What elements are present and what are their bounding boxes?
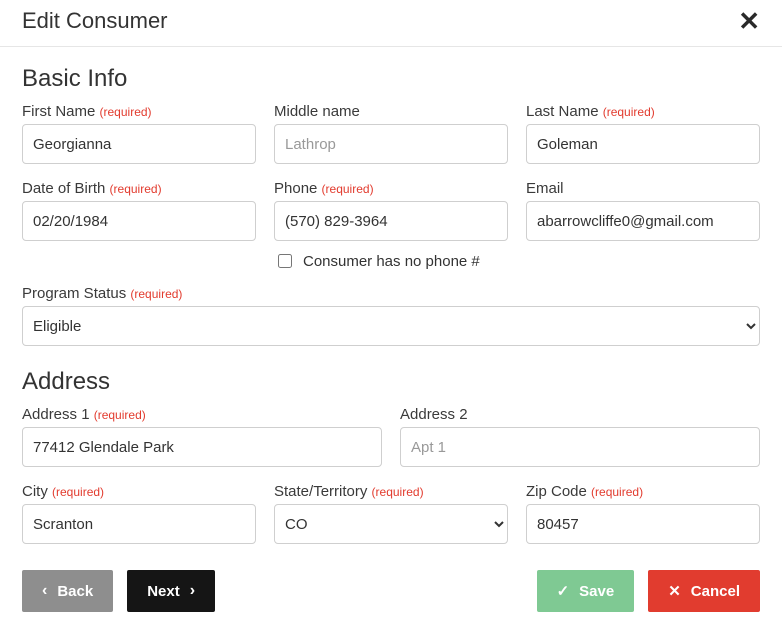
program-status-select[interactable]: Eligible — [22, 306, 760, 346]
last-name-required: (required) — [603, 105, 655, 119]
email-label: Email — [526, 180, 564, 197]
address1-label: Address 1 — [22, 406, 90, 423]
dob-label: Date of Birth — [22, 180, 105, 197]
first-name-input[interactable] — [22, 124, 256, 164]
field-city: City (required) — [22, 483, 256, 544]
save-button-label: Save — [579, 583, 614, 600]
first-name-label: First Name — [22, 103, 95, 120]
last-name-label: Last Name — [526, 103, 599, 120]
program-status-label: Program Status — [22, 285, 126, 302]
next-button[interactable]: Next › — [127, 570, 215, 612]
zip-required: (required) — [591, 485, 643, 499]
field-dob: Date of Birth (required) — [22, 180, 256, 241]
phone-required: (required) — [322, 182, 374, 196]
address1-input[interactable] — [22, 427, 382, 467]
field-zip: Zip Code (required) — [526, 483, 760, 544]
dob-required: (required) — [110, 182, 162, 196]
field-address2: Address 2 — [400, 406, 760, 467]
check-icon — [557, 582, 570, 600]
city-label: City — [22, 483, 48, 500]
next-button-label: Next — [147, 583, 180, 600]
state-select[interactable]: CO — [274, 504, 508, 544]
dialog-body: Basic Info First Name (required) Middle … — [0, 47, 782, 630]
field-first-name: First Name (required) — [22, 103, 256, 164]
cancel-button[interactable]: Cancel — [648, 570, 760, 612]
field-state: State/Territory (required) CO — [274, 483, 508, 544]
chevron-left-icon: ‹ — [42, 583, 47, 599]
program-status-required: (required) — [130, 287, 182, 301]
field-middle-name: Middle name — [274, 103, 508, 164]
middle-name-label: Middle name — [274, 103, 360, 120]
phone-input[interactable] — [274, 201, 508, 241]
dialog-footer: ‹ Back Next › Save Cancel — [22, 570, 760, 612]
address2-label: Address 2 — [400, 406, 468, 423]
close-icon[interactable]: ✕ — [738, 9, 760, 33]
field-program-status: Program Status (required) Eligible — [22, 285, 760, 346]
section-address: Address — [22, 368, 760, 396]
zip-input[interactable] — [526, 504, 760, 544]
dialog-header: Edit Consumer ✕ — [0, 0, 782, 47]
x-icon — [668, 582, 681, 600]
address2-input[interactable] — [400, 427, 760, 467]
state-required: (required) — [372, 485, 424, 499]
field-email: Email — [526, 180, 760, 241]
middle-name-input[interactable] — [274, 124, 508, 164]
phone-label: Phone — [274, 180, 317, 197]
state-label: State/Territory — [274, 483, 367, 500]
zip-label: Zip Code — [526, 483, 587, 500]
city-required: (required) — [52, 485, 104, 499]
field-last-name: Last Name (required) — [526, 103, 760, 164]
dialog-title: Edit Consumer — [22, 8, 168, 34]
city-input[interactable] — [22, 504, 256, 544]
section-basic-info: Basic Info — [22, 65, 760, 93]
no-phone-label: Consumer has no phone # — [303, 253, 480, 270]
back-button-label: Back — [57, 583, 93, 600]
field-phone: Phone (required) — [274, 180, 508, 241]
chevron-right-icon: › — [190, 583, 195, 599]
no-phone-row: Consumer has no phone # — [274, 251, 760, 271]
save-button[interactable]: Save — [537, 570, 635, 612]
cancel-button-label: Cancel — [691, 583, 740, 600]
no-phone-checkbox[interactable] — [278, 254, 292, 268]
first-name-required: (required) — [100, 105, 152, 119]
dob-input[interactable] — [22, 201, 256, 241]
last-name-input[interactable] — [526, 124, 760, 164]
email-input[interactable] — [526, 201, 760, 241]
back-button[interactable]: ‹ Back — [22, 570, 113, 612]
field-address1: Address 1 (required) — [22, 406, 382, 467]
address1-required: (required) — [94, 408, 146, 422]
